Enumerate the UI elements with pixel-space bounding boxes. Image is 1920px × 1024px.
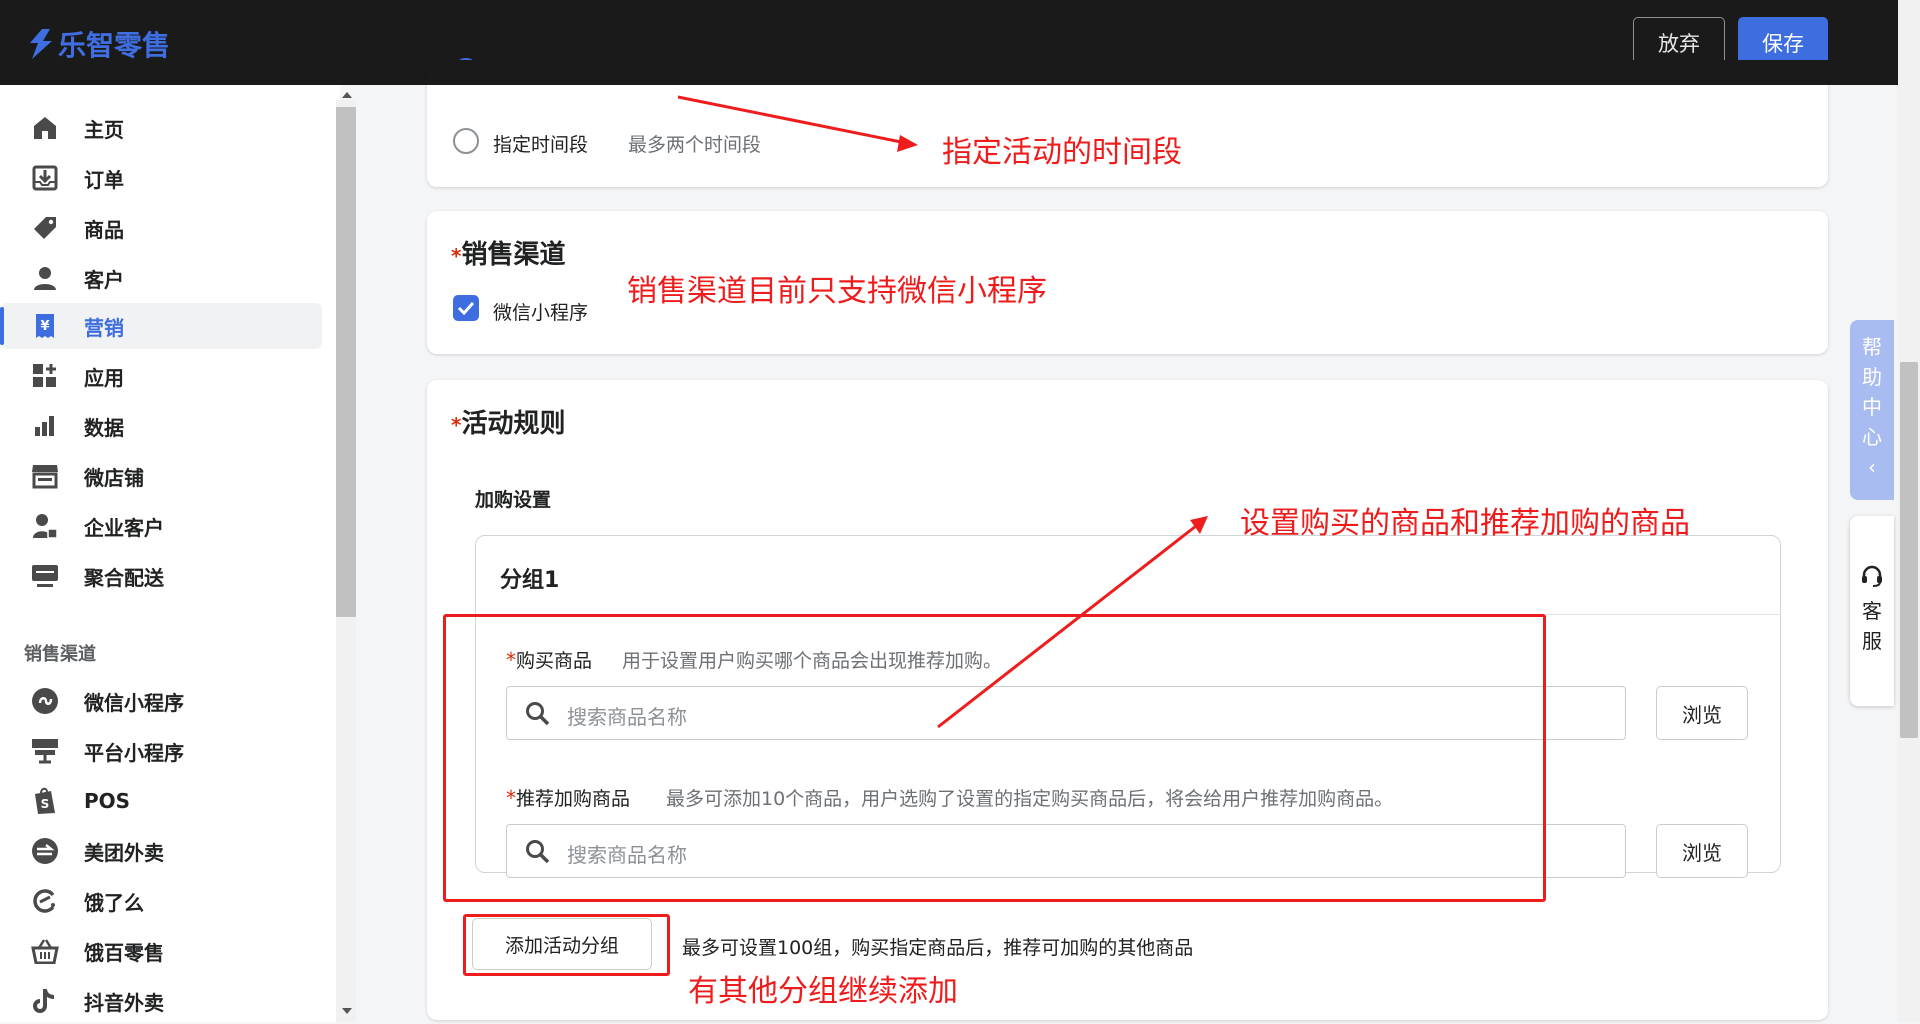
annotation-time: 指定活动的时间段 bbox=[942, 135, 1182, 170]
help-center-char: 帮 bbox=[1862, 335, 1882, 359]
help-center-char: 心 bbox=[1862, 425, 1882, 449]
headset-icon bbox=[1862, 565, 1882, 587]
products-arrow-head bbox=[1190, 516, 1208, 534]
customer-service-char: 服 bbox=[1862, 629, 1882, 653]
annotation-channel: 销售渠道目前只支持微信小程序 bbox=[627, 274, 1047, 309]
help-center-char: 助 bbox=[1862, 365, 1882, 389]
customer-service-label: 客 服 bbox=[1850, 596, 1894, 656]
help-center-tab[interactable]: 帮 助 中 心 ‹ bbox=[1850, 320, 1894, 500]
customer-service-tab[interactable]: 客 服 bbox=[1850, 516, 1894, 706]
chevron-left-icon: ‹ bbox=[1868, 455, 1876, 479]
time-arrow-line bbox=[677, 95, 907, 145]
time-arrow-head bbox=[897, 135, 918, 152]
customer-service-char: 客 bbox=[1862, 599, 1882, 623]
annotation-products: 设置购买的商品和推荐加购的商品 bbox=[1240, 506, 1690, 541]
main-scrollbar-thumb[interactable] bbox=[1900, 362, 1918, 738]
annotation-add: 有其他分组继续添加 bbox=[688, 974, 958, 1009]
help-center-char: 中 bbox=[1862, 395, 1882, 419]
product-settings-highlight-box bbox=[443, 614, 1546, 902]
add-group-highlight-box bbox=[463, 914, 670, 976]
